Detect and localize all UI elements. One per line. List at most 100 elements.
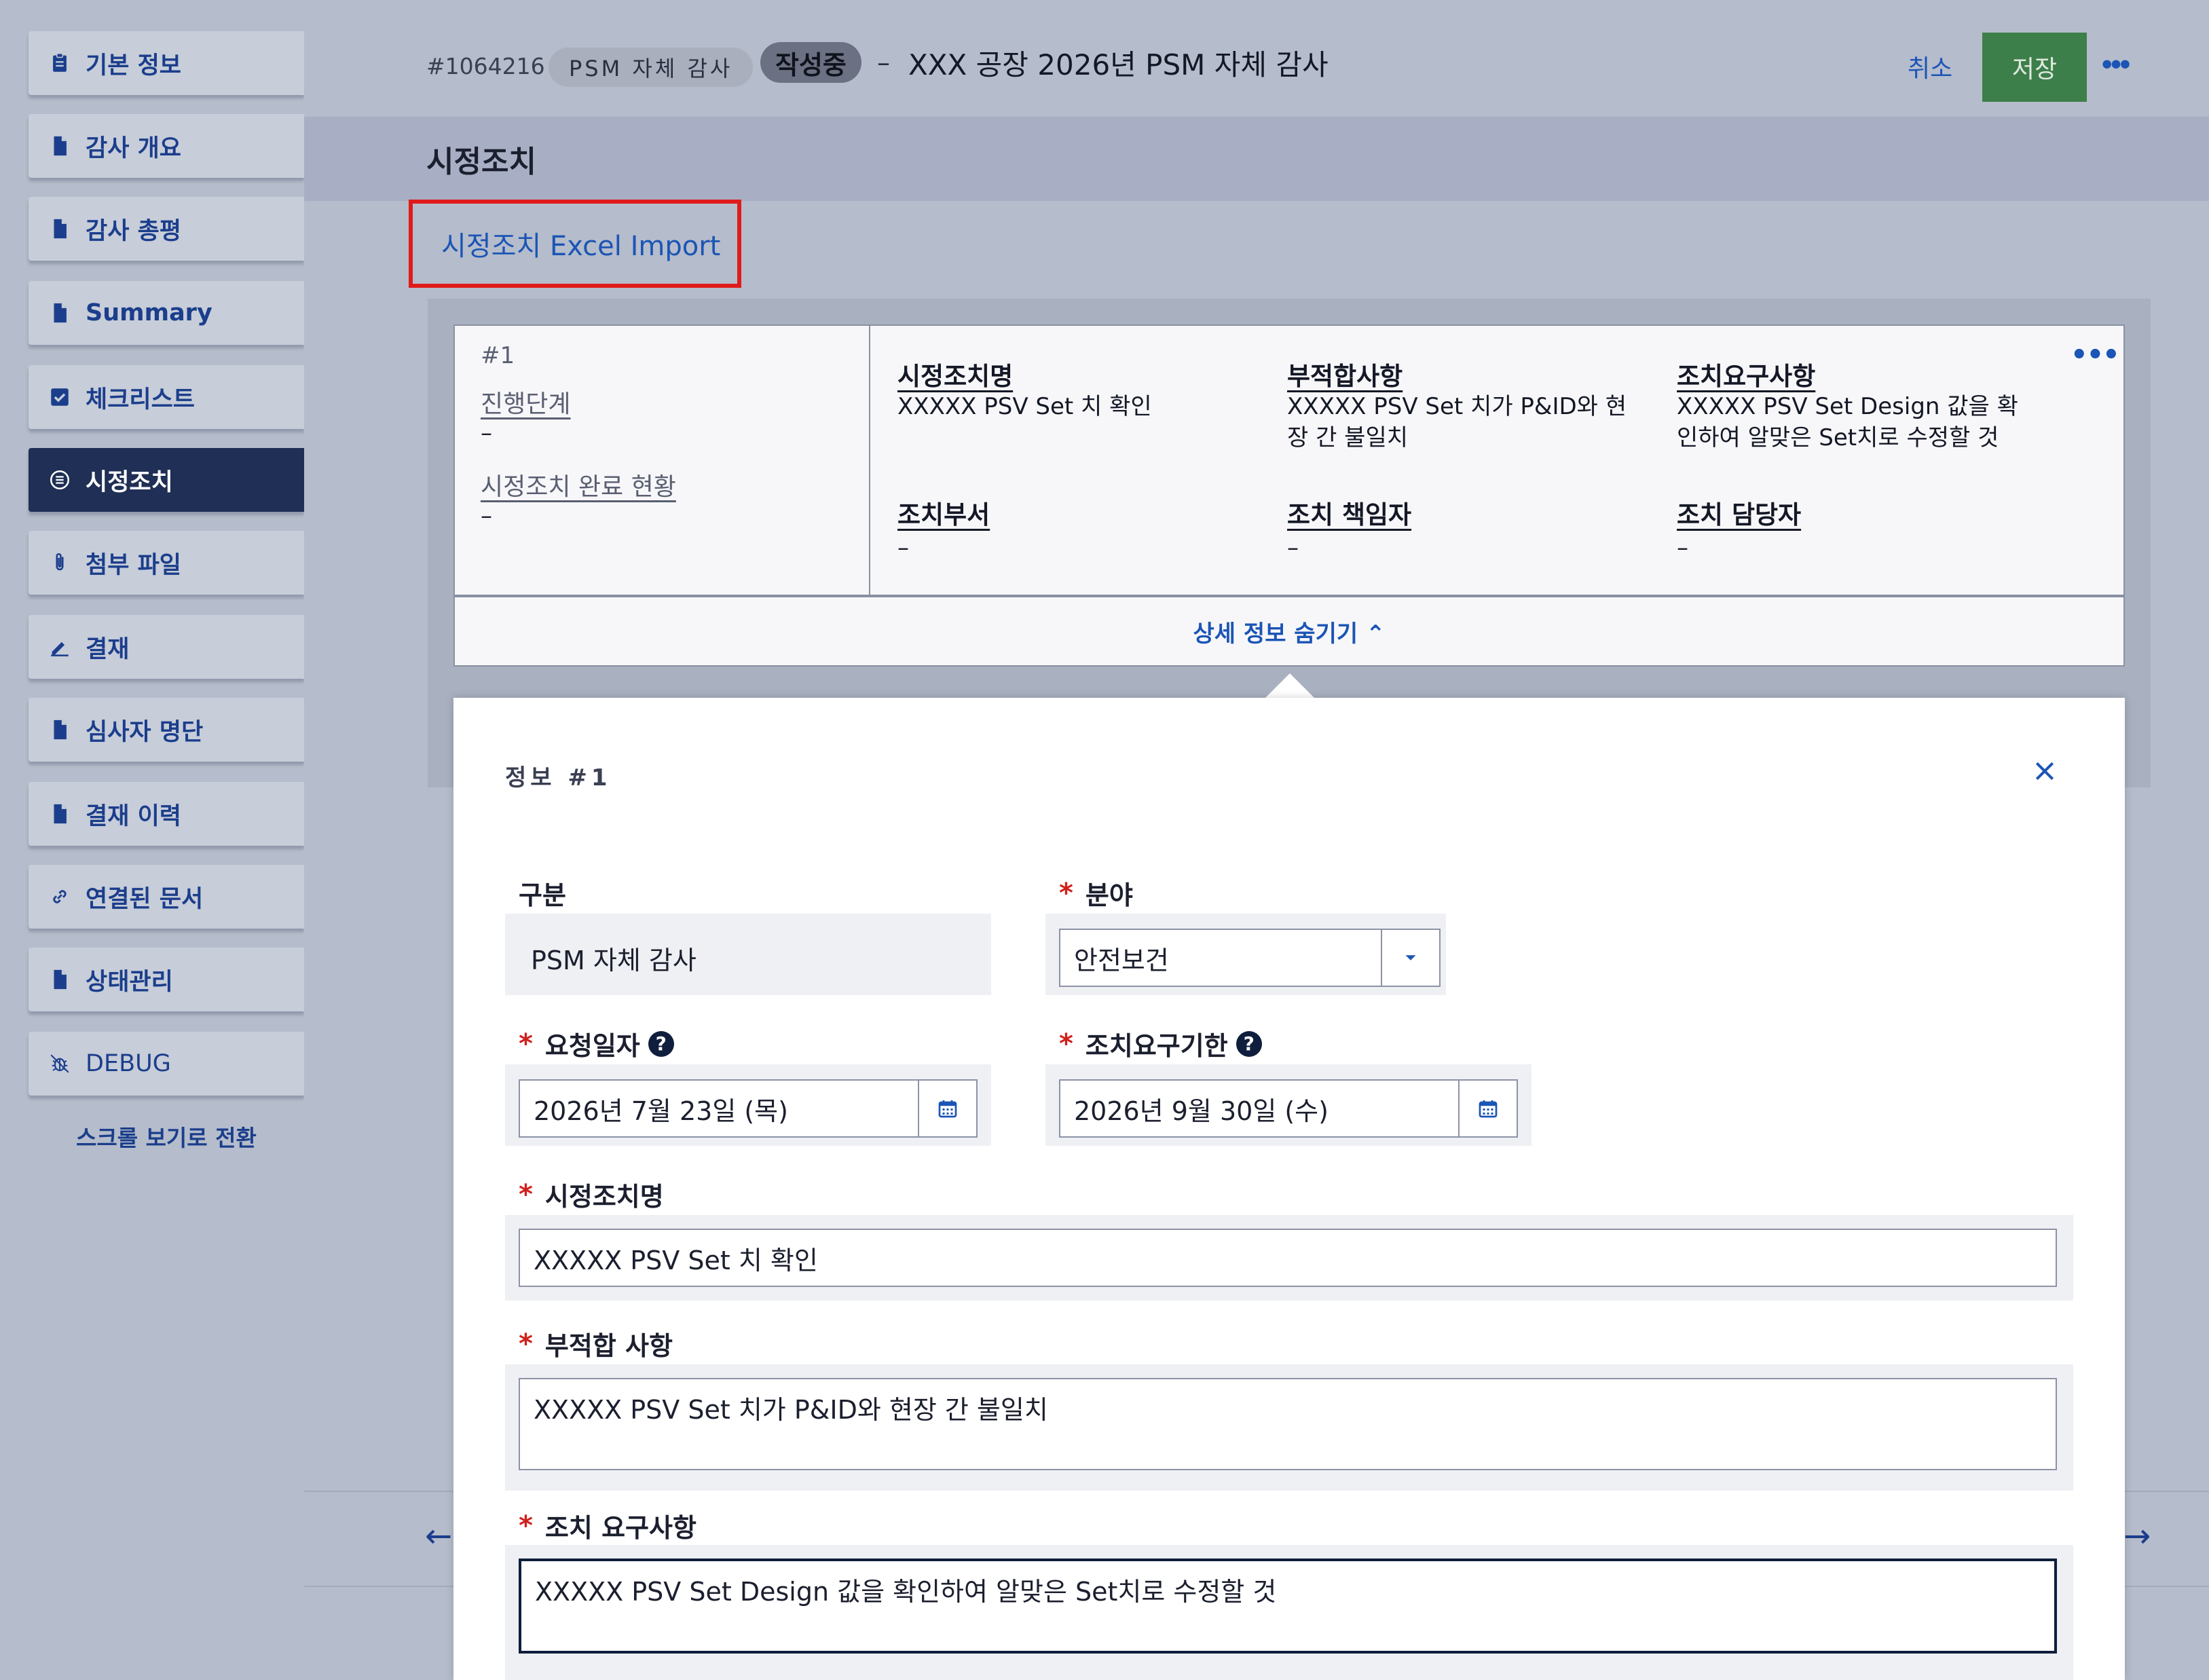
required-mark: * bbox=[519, 1328, 533, 1360]
detail-panel: 정보 #1 구분 PSM 자체 감사 * 분야 안전보건 * 요청일자? 2026년… bbox=[453, 698, 2125, 1680]
card-more-icon[interactable]: ••• bbox=[2071, 339, 2120, 371]
owner-heading: 조치 책임자 bbox=[1287, 500, 1412, 529]
nonconformity-value: XXXXX PSV Set 치가 P&ID와 현장 간 불일치 bbox=[1287, 393, 1627, 451]
clipboard-icon bbox=[48, 51, 72, 75]
sidebar-item-label: 결재 bbox=[86, 635, 130, 663]
requirement-heading: 조치요구사항 bbox=[1677, 362, 1816, 391]
action-name-label: * 시정조치명 bbox=[519, 1176, 664, 1213]
document-icon bbox=[48, 802, 72, 826]
request-date-value: 2026년 7월 23일 (목) bbox=[534, 1096, 788, 1126]
assignee-value: – bbox=[1677, 534, 1688, 561]
hide-details-toggle[interactable]: 상세 정보 숨기기 ⌃ bbox=[453, 596, 2125, 667]
field-select-value: 안전보건 bbox=[1074, 945, 1169, 975]
document-icon bbox=[48, 134, 72, 158]
help-icon[interactable]: ? bbox=[1236, 1030, 1262, 1057]
document-icon bbox=[48, 717, 72, 742]
required-mark: * bbox=[519, 1178, 533, 1210]
sidebar-item-summary[interactable]: Summary bbox=[29, 281, 304, 345]
save-button[interactable]: 저장 bbox=[1982, 33, 2087, 102]
due-date-label: * 조치요구기한? bbox=[1059, 1025, 1262, 1062]
close-icon[interactable] bbox=[2024, 751, 2065, 791]
paperclip-icon bbox=[48, 550, 72, 575]
panel-pointer bbox=[1264, 673, 1316, 699]
calendar-icon[interactable] bbox=[918, 1081, 976, 1136]
sidebar-item-attachments[interactable]: 첨부 파일 bbox=[29, 531, 304, 595]
field-select[interactable]: 안전보건 bbox=[1059, 929, 1441, 987]
prev-arrow-icon[interactable]: ← bbox=[425, 1517, 452, 1555]
sidebar-item-status-management[interactable]: 상태관리 bbox=[29, 948, 304, 1011]
due-date-input[interactable]: 2026년 9월 30일 (수) bbox=[1059, 1079, 1518, 1138]
sidebar-item-label: 연결된 문서 bbox=[86, 885, 204, 913]
sidebar-item-approval[interactable]: 결재 bbox=[29, 615, 304, 679]
checkbox-icon bbox=[48, 385, 72, 409]
nonconformity-textarea[interactable]: XXXXX PSV Set 치가 P&ID와 현장 간 불일치 bbox=[519, 1378, 2057, 1470]
detail-title: 정보 #1 bbox=[505, 764, 612, 791]
document-id: #1064216 bbox=[426, 53, 545, 79]
field-label-text: 분야 bbox=[1085, 880, 1133, 910]
document-icon bbox=[48, 967, 72, 992]
sidebar-item-audit-overview[interactable]: 감사 개요 bbox=[29, 114, 304, 178]
due-date-label-text: 조치요구기한 bbox=[1085, 1031, 1228, 1061]
section-title: 시정조치 bbox=[426, 145, 536, 179]
category-label: 구분 bbox=[519, 874, 566, 912]
action-name-input-value: XXXXX PSV Set 치 확인 bbox=[534, 1245, 818, 1275]
required-mark: * bbox=[519, 1510, 533, 1542]
sidebar-item-label: 상태관리 bbox=[86, 968, 173, 996]
sidebar-item-corrective-action[interactable]: 시정조치 bbox=[29, 448, 304, 512]
more-options-icon[interactable]: ••• bbox=[2102, 48, 2130, 81]
nonconformity-textarea-value: XXXXX PSV Set 치가 P&ID와 현장 간 불일치 bbox=[534, 1395, 1048, 1425]
request-date-input[interactable]: 2026년 7월 23일 (목) bbox=[519, 1079, 978, 1138]
chevron-down-icon[interactable] bbox=[1381, 930, 1439, 986]
page-title: XXX 공장 2026년 PSM 자체 감사 bbox=[908, 48, 1329, 81]
sidebar-item-label: 체크리스트 bbox=[86, 386, 196, 413]
requirement-label: * 조치 요구사항 bbox=[519, 1507, 697, 1544]
sidebar-item-audit-review[interactable]: 감사 총평 bbox=[29, 197, 304, 261]
pen-icon bbox=[48, 635, 72, 659]
category-value: PSM 자체 감사 bbox=[531, 946, 697, 975]
due-date-value: 2026년 9월 30일 (수) bbox=[1074, 1096, 1329, 1126]
completion-label: 시정조치 완료 현황 bbox=[481, 473, 676, 501]
next-arrow-icon[interactable]: → bbox=[2123, 1517, 2151, 1555]
requirement-label-text: 조치 요구사항 bbox=[544, 1513, 697, 1543]
sidebar: 기본 정보 감사 개요 감사 총평 Summary 체크리스트 시정조치 첨부 … bbox=[0, 0, 304, 1680]
document-icon bbox=[48, 217, 72, 241]
help-icon[interactable]: ? bbox=[648, 1030, 674, 1057]
completion-value: – bbox=[481, 502, 492, 529]
excel-import-label: 시정조치 Excel Import bbox=[441, 231, 721, 262]
section-header bbox=[304, 117, 2209, 201]
sidebar-item-label: 감사 총평 bbox=[86, 217, 181, 245]
required-mark: * bbox=[1059, 1028, 1073, 1060]
department-value: – bbox=[897, 534, 909, 561]
requirement-textarea-value: XXXXX PSV Set Design 값을 확인하여 알맞은 Set치로 수… bbox=[535, 1577, 1277, 1607]
sidebar-item-linked-documents[interactable]: 연결된 문서 bbox=[29, 865, 304, 929]
required-mark: * bbox=[1059, 877, 1073, 909]
bug-icon bbox=[48, 1051, 72, 1076]
stage-value: – bbox=[481, 419, 492, 447]
action-name-label-text: 시정조치명 bbox=[544, 1182, 664, 1212]
document-icon bbox=[48, 301, 72, 325]
sidebar-item-checklist[interactable]: 체크리스트 bbox=[29, 365, 304, 429]
sidebar-item-debug[interactable]: DEBUG bbox=[29, 1032, 304, 1096]
action-name-input[interactable]: XXXXX PSV Set 치 확인 bbox=[519, 1229, 2057, 1287]
sidebar-item-approval-history[interactable]: 결재 이력 bbox=[29, 782, 304, 846]
field-label: * 분야 bbox=[1059, 874, 1133, 912]
title-separator: – bbox=[877, 48, 890, 77]
calendar-icon[interactable] bbox=[1458, 1081, 1517, 1136]
sidebar-item-label: 기본 정보 bbox=[86, 52, 181, 79]
list-circle-icon bbox=[48, 468, 72, 492]
sidebar-item-label: 결재 이력 bbox=[86, 802, 181, 830]
card-number: #1 bbox=[481, 342, 515, 369]
nonconformity-label-text: 부적합 사항 bbox=[544, 1331, 673, 1361]
cancel-button[interactable]: 취소 bbox=[1908, 49, 1952, 84]
request-date-label: * 요청일자? bbox=[519, 1025, 674, 1062]
sidebar-item-auditor-list[interactable]: 심사자 명단 bbox=[29, 698, 304, 762]
sidebar-item-label: 심사자 명단 bbox=[86, 718, 204, 746]
sidebar-item-basic-info[interactable]: 기본 정보 bbox=[29, 31, 304, 95]
required-mark: * bbox=[519, 1028, 533, 1060]
sidebar-item-label: DEBUG bbox=[86, 1050, 171, 1077]
category-label-text: 구분 bbox=[519, 880, 566, 910]
excel-import-link[interactable]: 시정조치 Excel Import bbox=[409, 200, 741, 288]
scroll-view-toggle[interactable]: 스크롤 보기로 전환 bbox=[76, 1120, 257, 1153]
requirement-textarea[interactable]: XXXXX PSV Set Design 값을 확인하여 알맞은 Set치로 수… bbox=[519, 1558, 2057, 1654]
sidebar-item-label: 첨부 파일 bbox=[86, 551, 181, 579]
